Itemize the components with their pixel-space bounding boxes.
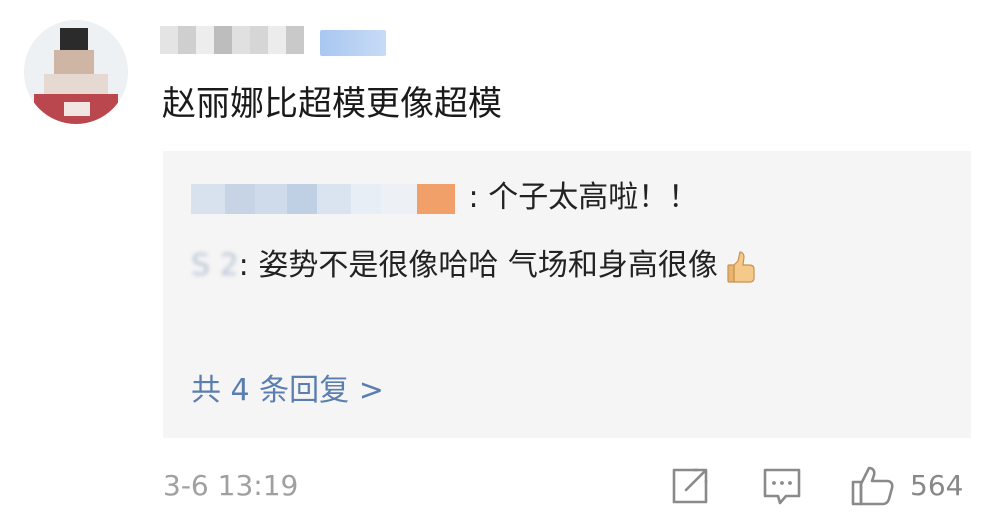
reply-text: : 姿势不是很像哈哈 气场和身高很像 xyxy=(238,248,718,283)
view-all-replies-link[interactable]: 共 4 条回复 > xyxy=(191,364,384,418)
reply-author[interactable] xyxy=(191,183,455,214)
reply-item[interactable]: : 个子太高啦！！ xyxy=(191,171,698,225)
share-icon[interactable] xyxy=(668,462,712,508)
reply-text: : 个子太高啦！！ xyxy=(468,180,699,215)
reply-author[interactable]: S 2 xyxy=(191,248,239,283)
avatar[interactable] xyxy=(24,20,128,124)
thumbs-up-icon[interactable] xyxy=(850,462,896,508)
comment-icon[interactable] xyxy=(760,462,804,508)
reply-item[interactable]: S 2: 姿势不是很像哈哈 气场和身高很像 xyxy=(191,239,951,293)
replies-preview[interactable]: : 个子太高啦！！ S 2: 姿势不是很像哈哈 气场和身高很像 共 4 条回复 … xyxy=(163,151,971,438)
like-count: 564 xyxy=(910,469,964,502)
comment-text: 赵丽娜比超模更像超模 xyxy=(162,84,502,124)
thumbs-up-emoji xyxy=(726,249,756,285)
comment-timestamp: 3-6 13:19 xyxy=(163,469,299,502)
username[interactable] xyxy=(160,22,304,58)
user-level-badge xyxy=(320,30,386,56)
